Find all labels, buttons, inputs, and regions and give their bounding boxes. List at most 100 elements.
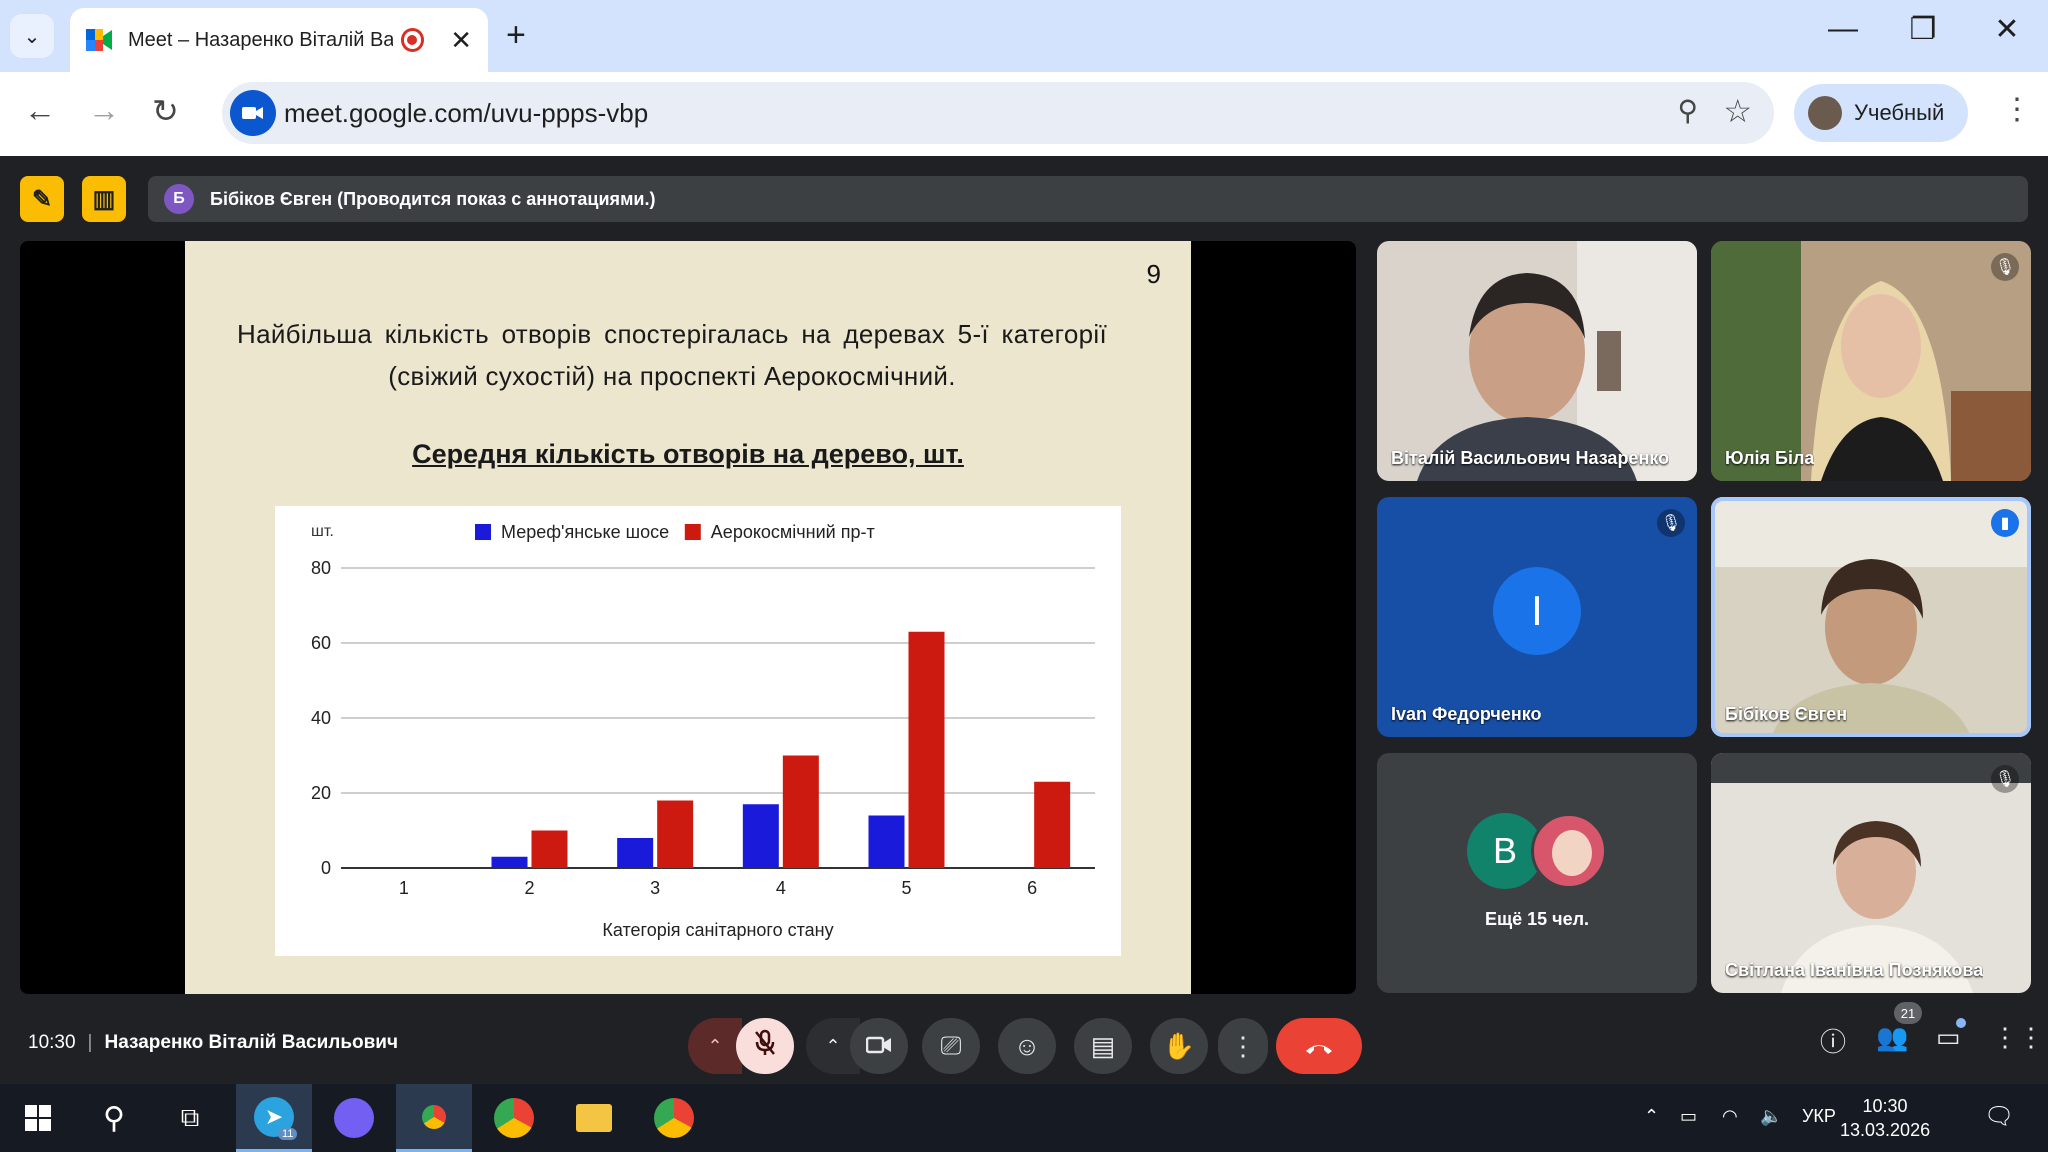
leave-call-button[interactable] [1276,1018,1362,1074]
language-indicator[interactable]: УКР [1802,1106,1836,1127]
presenter-avatar: Б [164,184,194,214]
mic-off-icon: 🎙 [1657,509,1685,537]
bar-chart: шт. 0 20 40 60 80 Мереф'янське шосе Аерокосмічн… [275,506,1121,956]
mic-off-icon: 🎙 [1991,765,2019,793]
y-tick-label: 60 [311,633,331,653]
y-tick-label: 0 [321,858,331,878]
presenter-banner-text: Бібіков Євген (Проводится показ с аннота… [210,188,656,209]
notifications-icon[interactable]: 🗨 [1984,1102,2014,1131]
more-options-button[interactable]: ⋮ [1218,1018,1268,1074]
minimize-icon[interactable]: — [1818,12,1868,46]
bar [657,800,694,868]
annotation-toggle-button[interactable]: ✎ [20,176,64,222]
browser-menu-icon[interactable]: ⋮ [2002,92,2032,127]
task-view-button[interactable]: ⧉ [152,1084,228,1152]
address-bar[interactable]: meet.google.com/uvu-ppps-vbp ⚲ ☆ [222,82,1774,144]
more-vert-icon: ⋮ [1230,1030,1256,1061]
y-tick-label: 20 [311,783,331,803]
meeting-info: 10:30 | Назаренко Віталій Васильович [28,1032,399,1053]
system-clock[interactable]: 10:30 13.03.2026 [1840,1094,1930,1142]
activities-grid-icon[interactable]: ⋮⋮⋮ [1992,1022,2048,1053]
y-axis-unit-label: шт. [311,523,334,540]
start-button[interactable] [0,1084,76,1152]
x-tick-label: 2 [524,878,534,898]
windows-taskbar: ⚲ ⧉ ➤ 11 ⌃ ▭ ◠ 🔈 УКР 10:30 13.03.2026 🗨 [0,1084,2048,1152]
participant-video [1377,241,1697,481]
clock-date: 13.03.2026 [1840,1120,1931,1140]
participant-tile-speaking[interactable]: ▮ Бібіков Євген [1711,497,2031,737]
mic-toggle-button[interactable] [736,1018,794,1074]
taskbar-telegram[interactable]: ➤ 11 [236,1084,312,1152]
participant-tile[interactable]: 🎙 Юлія Біла [1711,241,2031,481]
taskbar-chrome-2[interactable] [476,1084,552,1152]
avatar: I [1493,567,1581,655]
profile-name: Учебный [1854,100,1945,125]
forward-arrow-icon[interactable]: → [88,92,120,129]
taskbar-chrome[interactable] [396,1084,472,1152]
profile-button[interactable]: Учебный [1794,84,1968,142]
participant-tile[interactable]: Віталій Васильович Назаренко [1377,241,1697,481]
bookmark-star-icon[interactable]: ☆ [1723,92,1752,130]
hand-icon: ✋ [1162,1030,1196,1061]
chrome-icon [654,1098,694,1138]
wifi-icon[interactable]: ◠ [1722,1106,1738,1127]
x-tick-label: 5 [901,878,911,898]
tab-search-button[interactable]: ⌄ [10,14,54,58]
more-participants-tile[interactable]: B Ещё 15 чел. [1377,753,1697,993]
reactions-button[interactable]: ☺ [998,1018,1056,1074]
participant-name: Ivan Федорченко [1391,704,1542,724]
site-info-camera-icon[interactable] [230,90,276,136]
bar [868,815,905,868]
taskbar-file-explorer[interactable] [556,1084,632,1152]
search-button[interactable]: ⚲ [76,1084,152,1152]
meeting-time: 10:30 [28,1032,76,1053]
mic-off-icon [753,1029,777,1064]
people-icon[interactable]: 👥 [1876,1022,1908,1053]
zoom-icon[interactable]: ⚲ [1677,94,1698,127]
chevron-down-icon: ⌄ [23,25,41,48]
back-arrow-icon[interactable]: ← [24,92,56,129]
new-tab-button[interactable]: + [506,16,526,55]
legend-swatch [475,524,491,540]
taskbar-chrome-3[interactable] [636,1084,712,1152]
avatar [1808,96,1842,130]
tab-close-icon[interactable]: ✕ [450,25,472,56]
x-tick-label: 4 [776,878,786,898]
presenting-banner: Б Бібіков Євген (Проводится показ с анно… [148,176,2028,222]
volume-icon[interactable]: 🔈 [1760,1106,1782,1127]
participant-name: Світлана Іванівна Познякова [1725,960,1984,980]
browser-tab-meet[interactable]: Meet – Назаренко Віталій Вас ✕ [70,8,488,72]
window-close-icon[interactable]: ✕ [1982,12,2032,47]
google-meet-icon [86,29,112,51]
battery-icon[interactable]: ▭ [1680,1106,1697,1127]
bar-chart-svg: шт. 0 20 40 60 80 Мереф'янське шосе Аерокосмічн… [311,522,1095,940]
participant-tile[interactable]: 🎙 Світлана Іванівна Познякова [1711,753,2031,993]
audio-options-button[interactable]: ⌃ [688,1018,742,1074]
captions-button[interactable]: ▤ [1074,1018,1132,1074]
meeting-details-icon[interactable]: ⓘ [1820,1022,1846,1059]
participants-count-badge: 21 [1894,1002,1922,1024]
raise-hand-button[interactable]: ✋ [1150,1018,1208,1074]
participant-name: Бібіков Євген [1725,704,1848,724]
present-icon: ▥ [92,185,116,213]
folder-icon [576,1104,612,1132]
bar [1034,781,1071,868]
slide-number: 9 [1146,259,1161,289]
presentation-layout-button[interactable]: ▥ [82,176,126,222]
reload-icon[interactable]: ↻ [152,92,179,130]
viber-icon [334,1098,374,1138]
y-tick-label: 40 [311,708,331,728]
meet-call-area: ✎ ▥ Б Бібіков Євген (Проводится показ с … [0,156,2048,1084]
tray-chevron-icon[interactable]: ⌃ [1644,1106,1659,1127]
present-screen-button[interactable]: ⎚ [922,1018,980,1074]
clock-time: 10:30 [1862,1096,1908,1116]
taskbar-viber[interactable] [316,1084,392,1152]
restore-icon[interactable]: ❐ [1898,12,1948,47]
participant-tile[interactable]: I 🎙 Ivan Федорченко [1377,497,1697,737]
camera-toggle-button[interactable] [850,1018,908,1074]
telegram-badge: 11 [278,1128,298,1140]
chat-notification-dot [1956,1018,1966,1028]
x-tick-label: 1 [399,878,409,898]
annotation-off-icon: ✎ [31,185,53,213]
legend-swatch [684,524,701,540]
